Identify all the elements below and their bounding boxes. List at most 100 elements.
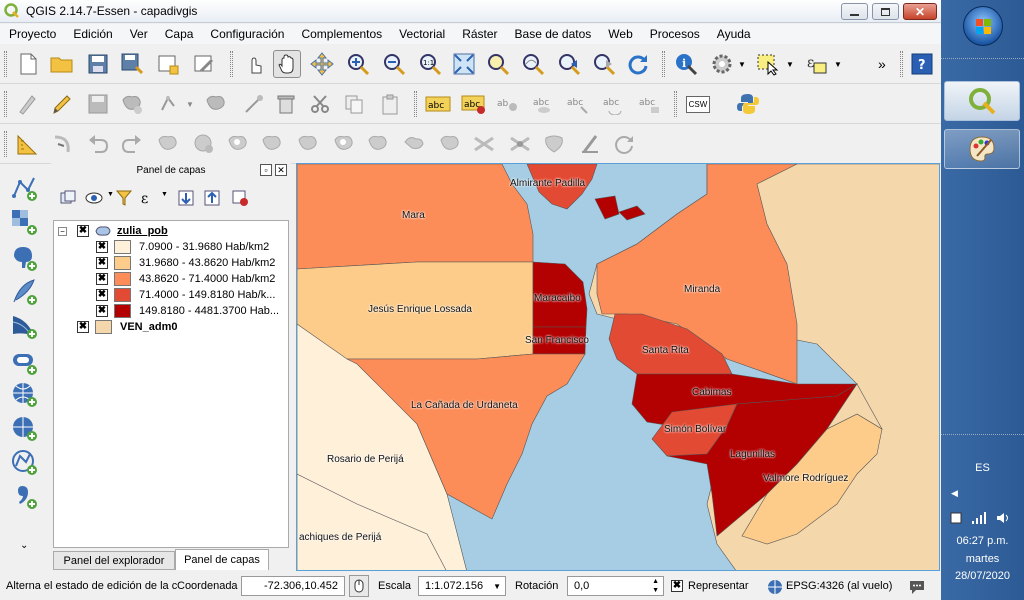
add-wcs-layer-button[interactable]	[8, 412, 40, 444]
start-button[interactable]	[963, 6, 1003, 46]
expand-toolbar-icon[interactable]: ⌄	[20, 540, 28, 551]
zoom-out-button[interactable]	[380, 50, 408, 78]
menu-procesos[interactable]: Procesos	[641, 27, 708, 41]
paste-features-button[interactable]	[376, 90, 404, 118]
close-panel-button[interactable]: ✕	[275, 164, 287, 176]
delete-ring-button[interactable]	[330, 130, 358, 158]
pan-to-selection-button[interactable]	[308, 50, 336, 78]
manage-visibility-icon[interactable]	[85, 189, 105, 207]
crs-globe-icon[interactable]	[767, 579, 783, 595]
show-hidden-icons-button[interactable]: ◀	[951, 488, 958, 499]
new-print-composer-button[interactable]	[154, 50, 182, 78]
show-hide-labels-button[interactable]: abc	[530, 90, 558, 118]
menu-web[interactable]: Web	[599, 27, 640, 41]
clock-time[interactable]: 06:27 p.m.	[941, 535, 1024, 547]
legend-class-row[interactable]: ✖ 71.4000 - 149.8180 Hab/k...	[96, 287, 275, 303]
layer-row-zulia-pob[interactable]: − ✖ zulia_pob	[58, 223, 168, 239]
toolbar-grip[interactable]	[414, 91, 417, 117]
add-raster-layer-button[interactable]	[8, 206, 40, 238]
toolbar-grip[interactable]	[4, 91, 7, 117]
menu-base-de-datos[interactable]: Base de datos	[506, 27, 600, 41]
metasearch-button[interactable]: CSW	[684, 90, 712, 118]
add-group-icon[interactable]	[59, 189, 77, 207]
copy-features-button[interactable]	[340, 90, 368, 118]
layer-row-ven-adm0[interactable]: ✖ VEN_adm0	[77, 319, 177, 335]
toolbar-grip[interactable]	[230, 51, 233, 77]
collapse-icon[interactable]: −	[58, 226, 67, 236]
remove-layer-icon[interactable]	[231, 189, 249, 207]
highlight-pinned-labels-button[interactable]: abc	[460, 90, 488, 118]
identify-features-button[interactable]: i	[672, 50, 700, 78]
restore-button[interactable]	[872, 3, 899, 20]
language-indicator[interactable]: ES	[941, 462, 1024, 474]
zoom-to-selection-button[interactable]	[484, 50, 512, 78]
add-ring-button[interactable]	[224, 130, 252, 158]
add-oracle-layer-button[interactable]	[8, 346, 40, 378]
toolbar-grip[interactable]	[4, 131, 7, 157]
delete-feature-button[interactable]	[272, 90, 300, 118]
merge-attributes-button[interactable]	[540, 130, 568, 158]
chevron-down-icon[interactable]: ▼	[107, 191, 114, 198]
menu-ver[interactable]: Ver	[121, 27, 156, 41]
add-delimited-text-button[interactable]	[8, 480, 40, 512]
python-console-button[interactable]	[734, 90, 762, 118]
minimize-button[interactable]	[841, 3, 868, 20]
zoom-actual-size-button[interactable]: 1:1	[416, 50, 444, 78]
offset-point-symbol-button[interactable]	[610, 130, 638, 158]
offset-curve-button[interactable]	[48, 130, 76, 158]
toolbar-grip[interactable]	[900, 51, 903, 77]
add-spatialite-layer-button[interactable]	[8, 276, 40, 308]
toolbar-grip[interactable]	[662, 51, 665, 77]
zoom-next-button[interactable]	[590, 50, 618, 78]
scale-field[interactable]: 1:1.072.156 ▼	[418, 576, 506, 596]
network-signal-icon[interactable]	[971, 511, 987, 525]
composer-manager-button[interactable]	[190, 50, 218, 78]
taskbar-app-paint[interactable]	[944, 129, 1020, 169]
select-features-button[interactable]	[754, 50, 782, 78]
chevron-down-icon[interactable]: ▼	[834, 60, 842, 69]
add-postgis-layer-button[interactable]	[8, 242, 40, 274]
messages-icon[interactable]	[908, 578, 926, 596]
reshape-features-button[interactable]	[400, 130, 428, 158]
save-layer-edits-button[interactable]	[84, 90, 112, 118]
simplify-feature-button[interactable]	[190, 130, 218, 158]
add-wfs-layer-button[interactable]	[8, 446, 40, 478]
delete-selected-button[interactable]	[240, 90, 268, 118]
zoom-to-layer-button[interactable]	[519, 50, 547, 78]
toolbar-overflow-button[interactable]: »	[878, 56, 886, 72]
measure-button[interactable]	[14, 130, 42, 158]
toolbar-grip[interactable]	[4, 51, 7, 77]
add-wms-layer-button[interactable]	[8, 378, 40, 410]
open-project-button[interactable]	[48, 50, 76, 78]
menu-vectorial[interactable]: Vectorial	[390, 27, 453, 41]
menu-edicion[interactable]: Edición	[64, 27, 120, 41]
layer-visibility-checkbox[interactable]: ✖	[77, 321, 89, 333]
help-button[interactable]: ?	[908, 50, 936, 78]
select-by-expression-button[interactable]: ε	[802, 50, 830, 78]
chevron-down-icon[interactable]: ▼	[786, 60, 794, 69]
rotate-point-symbols-button[interactable]	[576, 130, 604, 158]
class-visibility-checkbox[interactable]: ✖	[96, 241, 108, 253]
zoom-last-button[interactable]	[555, 50, 583, 78]
volume-icon[interactable]	[995, 511, 1011, 525]
class-visibility-checkbox[interactable]: ✖	[96, 289, 108, 301]
zoom-full-button[interactable]	[450, 50, 478, 78]
move-label-button[interactable]: abc	[564, 90, 592, 118]
merge-selected-button[interactable]	[506, 130, 534, 158]
menu-raster[interactable]: Ráster	[453, 27, 505, 41]
legend-class-row[interactable]: ✖ 149.8180 - 4481.3700 Hab...	[96, 303, 279, 319]
save-project-button[interactable]	[84, 50, 112, 78]
menu-capa[interactable]: Capa	[156, 27, 202, 41]
tab-browser-panel[interactable]: Panel del explorador	[53, 551, 175, 570]
change-label-button[interactable]: abc	[636, 90, 664, 118]
current-edits-button[interactable]	[14, 90, 42, 118]
collapse-all-icon[interactable]	[203, 189, 221, 207]
split-features-button[interactable]	[436, 130, 464, 158]
add-part-button[interactable]	[258, 130, 286, 158]
expand-all-icon[interactable]	[177, 189, 195, 207]
undock-panel-button[interactable]: ▫	[260, 164, 272, 176]
rotation-field[interactable]: 0,0 ▲ ▼	[567, 576, 664, 596]
refresh-button[interactable]	[624, 50, 652, 78]
menu-ayuda[interactable]: Ayuda	[708, 27, 759, 41]
tray-icon[interactable]	[949, 511, 963, 525]
